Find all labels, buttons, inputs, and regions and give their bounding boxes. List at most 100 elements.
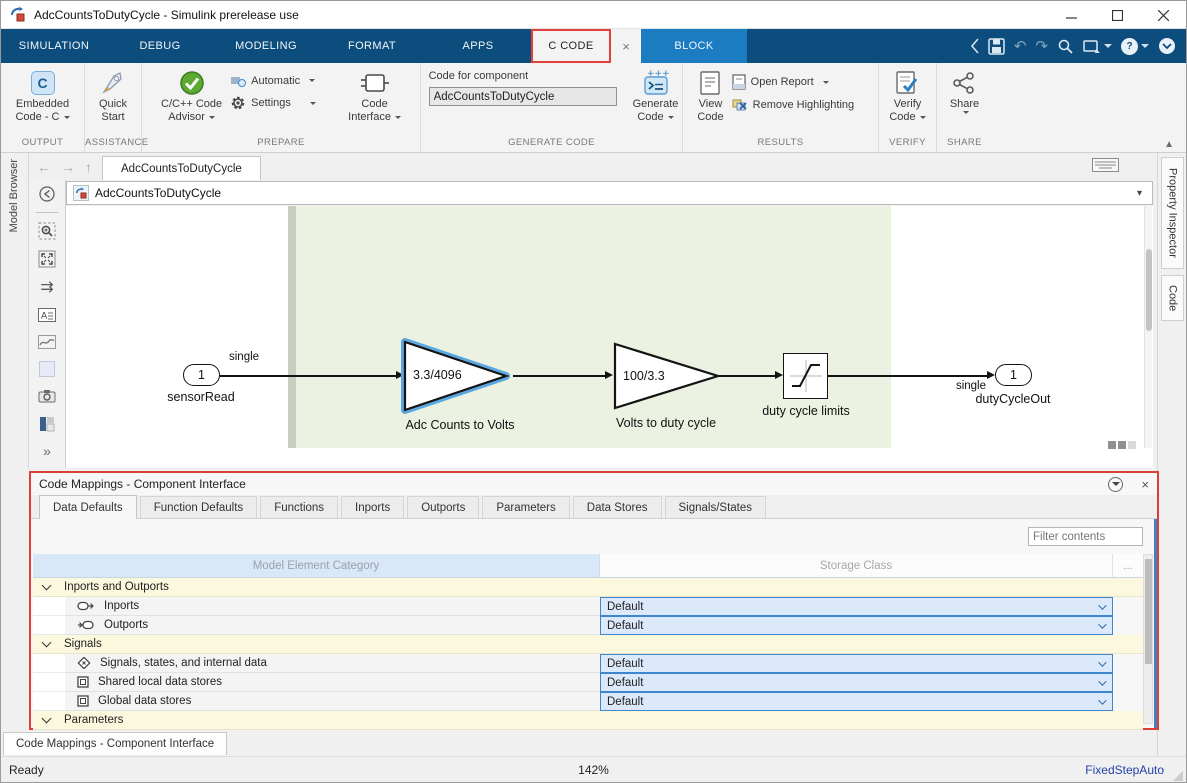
- signal-wire[interactable]: [828, 375, 987, 377]
- collapse-chevron-icon[interactable]: [42, 714, 52, 724]
- code-pane-tab[interactable]: Code: [1161, 275, 1184, 321]
- table-row[interactable]: Outports Default: [33, 616, 1143, 635]
- embedded-code-button[interactable]: C Embedded Code - C: [9, 66, 75, 124]
- breadcrumb-dropdown-icon[interactable]: ▾: [1137, 188, 1142, 199]
- close-button[interactable]: [1140, 1, 1186, 29]
- canvas-corner-widget-icon[interactable]: [1108, 441, 1136, 449]
- viewer-icon[interactable]: [35, 333, 59, 351]
- breadcrumb[interactable]: AdcCountsToDutyCycle ▾: [66, 181, 1153, 205]
- document-tab[interactable]: AdcCountsToDutyCycle: [102, 156, 261, 180]
- table-row[interactable]: Signals, states, and internal data Defau…: [33, 654, 1143, 673]
- resize-grip[interactable]: [1173, 771, 1183, 781]
- code-interface-button[interactable]: Code Interface: [342, 66, 407, 124]
- gain-block-volts[interactable]: 100/3.3: [613, 342, 721, 410]
- close-c-code-tab-icon[interactable]: ×: [611, 29, 641, 63]
- gain-block-name[interactable]: Adc Counts to Volts: [380, 418, 540, 432]
- solver-link[interactable]: FixedStepAuto: [1085, 763, 1164, 777]
- tab-simulation[interactable]: SIMULATION: [1, 29, 107, 63]
- breadcrumb-model-name[interactable]: AdcCountsToDutyCycle: [95, 186, 221, 200]
- open-report-dropdown[interactable]: Open Report: [732, 74, 870, 90]
- tab-functions[interactable]: Functions: [260, 496, 338, 518]
- subsystem-badge-icon[interactable]: [35, 415, 59, 433]
- nav-back-icon[interactable]: ←: [37, 159, 51, 175]
- close-panel-icon[interactable]: ×: [1141, 477, 1149, 492]
- view-code-button[interactable]: View Code: [691, 66, 729, 124]
- table-group-row[interactable]: Signals: [33, 635, 1143, 654]
- canvas-vertical-scrollbar[interactable]: [1144, 206, 1152, 448]
- redo-icon[interactable]: ↷: [1035, 39, 1048, 54]
- tab-data-stores[interactable]: Data Stores: [573, 496, 662, 518]
- zoom-region-icon[interactable]: [35, 222, 59, 240]
- panel-scrollbar[interactable]: [1143, 554, 1153, 724]
- inport-block[interactable]: 1: [183, 364, 220, 386]
- signal-label-single-out[interactable]: single: [911, 380, 986, 392]
- table-row[interactable]: Inports Default: [33, 597, 1143, 616]
- filter-contents-input[interactable]: [1028, 527, 1143, 546]
- column-header-more[interactable]: ...: [1113, 554, 1143, 577]
- outport-name[interactable]: dutyCycleOut: [933, 392, 1093, 406]
- screenshot-icon[interactable]: [1083, 38, 1112, 54]
- saturation-name[interactable]: duty cycle limits: [726, 404, 886, 418]
- table-group-row[interactable]: Parameters: [33, 711, 1143, 730]
- gain-block-name[interactable]: Volts to duty cycle: [586, 416, 746, 430]
- tab-parameters[interactable]: Parameters: [482, 496, 569, 518]
- help-icon[interactable]: ?: [1121, 38, 1149, 55]
- tab-debug[interactable]: DEBUG: [107, 29, 213, 63]
- quick-start-button[interactable]: Quick Start: [93, 66, 133, 124]
- minimize-button[interactable]: [1048, 1, 1094, 29]
- column-header-category[interactable]: Model Element Category: [33, 554, 600, 577]
- maximize-button[interactable]: [1094, 1, 1140, 29]
- storage-class-dropdown[interactable]: Default: [600, 597, 1113, 616]
- model-canvas[interactable]: 1 sensorRead single 3.3/4096 Adc Counts …: [66, 206, 1153, 468]
- fit-to-view-icon[interactable]: [35, 249, 59, 267]
- saturation-block[interactable]: [783, 353, 828, 399]
- property-inspector-tab[interactable]: Property Inspector: [1161, 157, 1184, 269]
- nav-up-icon[interactable]: ↑: [85, 159, 92, 175]
- code-for-component-input[interactable]: [429, 87, 617, 106]
- verify-code-button[interactable]: Verify Code: [883, 66, 931, 124]
- signal-wire[interactable]: [719, 375, 775, 377]
- signal-routing-icon[interactable]: ⇉: [35, 277, 59, 297]
- collapse-chevron-icon[interactable]: [42, 581, 52, 591]
- column-header-storage-class[interactable]: Storage Class: [600, 554, 1113, 577]
- tab-data-defaults[interactable]: Data Defaults: [39, 495, 137, 519]
- save-icon[interactable]: [988, 38, 1005, 55]
- code-advisor-button[interactable]: C/C++ Code Advisor: [155, 66, 228, 124]
- storage-class-dropdown[interactable]: Default: [600, 673, 1113, 692]
- undo-icon[interactable]: ↶: [1014, 39, 1027, 54]
- tab-block[interactable]: BLOCK: [641, 29, 747, 63]
- table-group-row[interactable]: Inports and Outports: [33, 578, 1143, 597]
- tab-c-code[interactable]: C CODE: [531, 29, 611, 63]
- generate-code-button[interactable]: +++ Generate Code: [627, 66, 685, 124]
- annotation-icon[interactable]: A: [35, 306, 59, 324]
- keyboard-shortcuts-icon[interactable]: [1092, 158, 1119, 172]
- signal-wire[interactable]: [513, 375, 605, 377]
- collapse-chevron-icon[interactable]: [42, 638, 52, 648]
- code-mappings-bottom-tab[interactable]: Code Mappings - Component Interface: [3, 732, 227, 755]
- remove-highlighting-button[interactable]: Remove Highlighting: [732, 98, 870, 112]
- tab-outports[interactable]: Outports: [407, 496, 479, 518]
- tab-function-defaults[interactable]: Function Defaults: [140, 496, 258, 518]
- table-row[interactable]: Global data stores Default: [33, 692, 1143, 711]
- tab-apps[interactable]: APPS: [425, 29, 531, 63]
- palette-more-icon[interactable]: »: [35, 442, 59, 460]
- tab-format[interactable]: FORMAT: [319, 29, 425, 63]
- area-icon[interactable]: [35, 360, 59, 378]
- storage-class-dropdown[interactable]: Default: [600, 654, 1113, 673]
- hide-explorer-icon[interactable]: [35, 185, 59, 203]
- gain-block-adc-counts[interactable]: 3.3/4096: [400, 337, 512, 415]
- model-browser-tab[interactable]: Model Browser: [8, 159, 20, 232]
- table-row[interactable]: Shared local data stores Default: [33, 673, 1143, 692]
- inport-name[interactable]: sensorRead: [121, 390, 281, 404]
- nav-forward-icon[interactable]: →: [61, 159, 75, 175]
- storage-class-dropdown[interactable]: Default: [600, 692, 1113, 711]
- toolstrip-menu-icon[interactable]: [1158, 37, 1176, 55]
- share-button[interactable]: Share: [944, 66, 985, 114]
- tab-modeling[interactable]: MODELING: [213, 29, 319, 63]
- tab-inports[interactable]: Inports: [341, 496, 404, 518]
- camera-icon[interactable]: [35, 387, 59, 405]
- minimize-panel-icon[interactable]: [1108, 477, 1123, 492]
- tab-signals-states[interactable]: Signals/States: [665, 496, 767, 518]
- outport-block[interactable]: 1: [995, 364, 1032, 386]
- storage-class-dropdown[interactable]: Default: [600, 616, 1113, 635]
